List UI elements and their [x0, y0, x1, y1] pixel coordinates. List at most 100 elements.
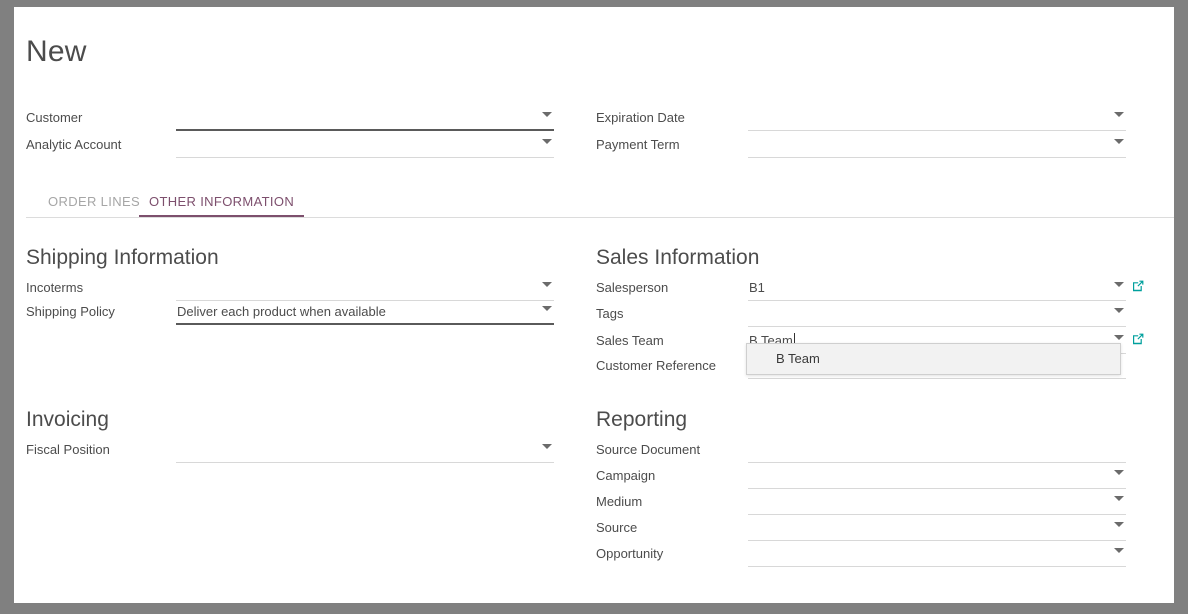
- opportunity-input[interactable]: [748, 544, 1126, 565]
- field-row-salesperson: Salesperson B1: [596, 278, 1126, 305]
- autocomplete-dropdown[interactable]: B Team: [746, 343, 1121, 375]
- field-control-fiscal-position[interactable]: [176, 440, 554, 463]
- tab-bar: ORDER LINES OTHER INFORMATION: [26, 189, 1174, 219]
- shipping-policy-input[interactable]: Deliver each product when available: [176, 302, 554, 323]
- incoterms-input[interactable]: [176, 278, 554, 299]
- chevron-down-icon[interactable]: [1114, 112, 1124, 117]
- tags-input[interactable]: [748, 304, 1126, 325]
- field-row-tags: Tags: [596, 304, 1126, 331]
- chevron-down-icon[interactable]: [1114, 548, 1124, 553]
- field-row-payment-term: Payment Term: [596, 135, 1126, 162]
- field-row-expiration-date: Expiration Date: [596, 108, 1126, 135]
- expiration-date-input[interactable]: [748, 108, 1126, 129]
- source-input[interactable]: [748, 518, 1126, 539]
- chevron-down-icon[interactable]: [542, 139, 552, 144]
- field-label-payment-term: Payment Term: [596, 137, 680, 152]
- customer-input[interactable]: [176, 108, 554, 129]
- field-label-tags: Tags: [596, 306, 624, 321]
- chevron-down-icon[interactable]: [542, 444, 552, 449]
- field-underline: [748, 488, 1126, 489]
- field-underline: [176, 157, 554, 158]
- chevron-down-icon[interactable]: [542, 306, 552, 311]
- field-control-campaign[interactable]: [748, 466, 1126, 489]
- field-label-campaign: Campaign: [596, 468, 656, 483]
- tab-divider: [26, 217, 1174, 218]
- field-control-expiration-date[interactable]: [748, 108, 1126, 131]
- field-underline: [748, 300, 1126, 301]
- field-underline: [176, 462, 554, 463]
- field-row-shipping-policy: Shipping Policy Deliver each product whe…: [26, 302, 554, 329]
- autocomplete-option[interactable]: B Team: [747, 344, 1120, 374]
- field-row-source-document: Source Document: [596, 440, 1126, 467]
- analytic-account-input[interactable]: [176, 135, 554, 156]
- field-label-fiscal-position: Fiscal Position: [26, 442, 110, 457]
- field-label-customer: Customer: [26, 110, 83, 125]
- field-label-medium: Medium: [596, 494, 643, 509]
- field-row-medium: Medium: [596, 492, 1126, 519]
- chevron-down-icon[interactable]: [1114, 282, 1124, 287]
- field-underline: [748, 462, 1126, 463]
- field-row-analytic-account: Analytic Account: [26, 135, 554, 162]
- group-title-shipping: Shipping Information: [26, 246, 219, 269]
- chevron-down-icon[interactable]: [1114, 139, 1124, 144]
- field-control-customer[interactable]: [176, 108, 554, 131]
- source-document-input[interactable]: [748, 440, 1126, 461]
- chevron-down-icon[interactable]: [542, 282, 552, 287]
- field-control-source-document[interactable]: [748, 440, 1126, 463]
- field-underline: [748, 130, 1126, 131]
- form-sheet: New Customer Analytic Account Expiration…: [14, 7, 1174, 603]
- group-title-sales: Sales Information: [596, 246, 760, 269]
- field-underline: [176, 300, 554, 301]
- fiscal-position-input[interactable]: [176, 440, 554, 461]
- field-underline: [748, 378, 1126, 379]
- group-title-reporting: Reporting: [596, 408, 688, 431]
- field-control-tags[interactable]: [748, 304, 1126, 327]
- field-control-analytic-account[interactable]: [176, 135, 554, 158]
- field-underline: [748, 514, 1126, 515]
- field-control-medium[interactable]: [748, 492, 1126, 515]
- payment-term-input[interactable]: [748, 135, 1126, 156]
- field-control-opportunity[interactable]: [748, 544, 1126, 567]
- field-underline: [176, 323, 554, 325]
- field-label-shipping-policy: Shipping Policy: [26, 304, 115, 319]
- field-control-incoterms[interactable]: [176, 278, 554, 301]
- field-label-salesperson: Salesperson: [596, 280, 669, 295]
- field-control-source[interactable]: [748, 518, 1126, 541]
- field-underline: [176, 129, 554, 131]
- field-control-salesperson[interactable]: B1: [748, 278, 1126, 301]
- chevron-down-icon[interactable]: [1114, 335, 1124, 340]
- tab-order-lines[interactable]: ORDER LINES: [38, 189, 150, 217]
- external-link-icon-salesperson[interactable]: [1131, 279, 1145, 293]
- field-control-payment-term[interactable]: [748, 135, 1126, 158]
- field-row-campaign: Campaign: [596, 466, 1126, 493]
- screen: New Customer Analytic Account Expiration…: [0, 0, 1188, 614]
- chevron-down-icon[interactable]: [1114, 522, 1124, 527]
- field-underline: [748, 157, 1126, 158]
- field-label-customer-reference: Customer Reference: [596, 358, 716, 373]
- field-row-fiscal-position: Fiscal Position: [26, 440, 554, 467]
- field-underline: [748, 566, 1126, 567]
- salesperson-input[interactable]: B1: [748, 278, 1126, 299]
- chevron-down-icon[interactable]: [1114, 470, 1124, 475]
- field-label-expiration-date: Expiration Date: [596, 110, 685, 125]
- field-row-source: Source: [596, 518, 1126, 545]
- field-label-source-document: Source Document: [596, 442, 701, 457]
- field-label-incoterms: Incoterms: [26, 280, 84, 295]
- campaign-input[interactable]: [748, 466, 1126, 487]
- medium-input[interactable]: [748, 492, 1126, 513]
- page-title: New: [26, 35, 87, 68]
- external-link-icon-sales-team[interactable]: [1131, 332, 1145, 346]
- field-label-opportunity: Opportunity: [596, 546, 664, 561]
- field-control-shipping-policy[interactable]: Deliver each product when available: [176, 302, 554, 325]
- field-row-opportunity: Opportunity: [596, 544, 1126, 571]
- field-row-incoterms: Incoterms: [26, 278, 554, 305]
- chevron-down-icon[interactable]: [1114, 496, 1124, 501]
- field-label-analytic-account: Analytic Account: [26, 137, 122, 152]
- tab-other-information[interactable]: OTHER INFORMATION: [139, 189, 305, 217]
- chevron-down-icon[interactable]: [542, 112, 552, 117]
- field-label-source: Source: [596, 520, 638, 535]
- chevron-down-icon[interactable]: [1114, 308, 1124, 313]
- field-row-customer: Customer: [26, 108, 554, 135]
- field-label-sales-team: Sales Team: [596, 333, 664, 348]
- group-title-invoicing: Invoicing: [26, 408, 109, 431]
